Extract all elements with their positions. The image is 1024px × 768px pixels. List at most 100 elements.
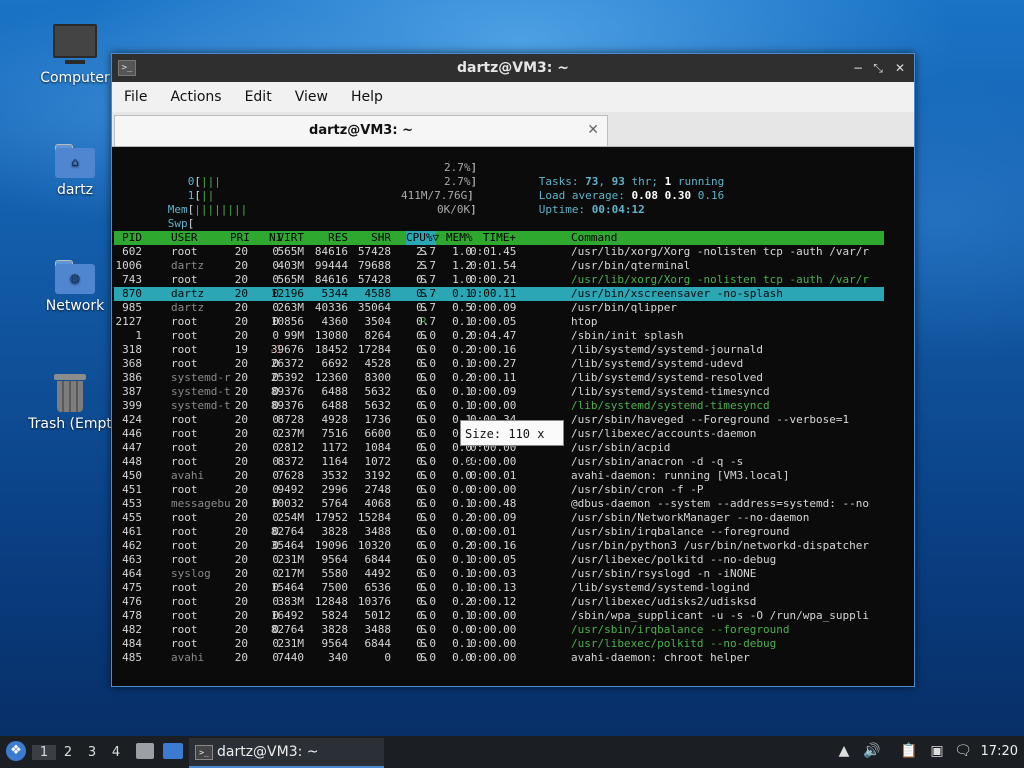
process-row[interactable]: 485 avahi 20 0 7440 340 0 S 0.0 0.0 0:00.00 avahi-d… xyxy=(114,651,884,665)
cell-cmd: /lib/systemd/systemd-timesyncd xyxy=(571,385,770,398)
cell-cmd: /usr/sbin/haveged --Foreground --verbose… xyxy=(571,413,850,426)
cell-shr: 5632 xyxy=(364,385,392,398)
cell-time: 0:00.00 xyxy=(470,609,517,622)
cell-shr: 8300 xyxy=(364,371,392,384)
process-row[interactable]: 985 dartz 20 0 263M 40336 35064 S 0.7 0.5 0:00.09/… xyxy=(114,301,884,315)
column-header-8[interactable]: CPU%▽ xyxy=(406,231,439,245)
process-row[interactable]: 870 dartz 20 0 12196 5344 4588 S 0.7 0.1 0:00.11/u… xyxy=(114,287,884,301)
process-row[interactable]: 475 root 20 0 15464 7500 6536 S 0.0 0.1 0:00.13/li… xyxy=(114,581,884,595)
cell-cmd: /usr/sbin/rsyslogd -n -iNONE xyxy=(571,567,757,580)
updates-tray-icon[interactable]: ▲ xyxy=(835,742,853,760)
cell-cpu: 0.0 xyxy=(416,427,436,440)
process-row[interactable]: 387 systemd-t 20 0 89376 6488 5632 S 0.0 0.1 0:00.… xyxy=(114,385,884,399)
column-header-11[interactable]: Command xyxy=(571,231,617,245)
process-row[interactable]: 318 root 19 -1 39676 18452 17284 S 0.0 0.2 0:00.16… xyxy=(114,343,884,357)
taskbar-window-terminal[interactable]: >_ dartz@VM3: ~ xyxy=(189,738,384,768)
process-row[interactable]: 464 syslog 20 0 217M 5580 4492 S 0.0 0.1 0:00.03/u… xyxy=(114,567,884,581)
process-row[interactable]: 743 root 20 0 565M 84616 57428 S 0.7 1.0 0:00.21/u… xyxy=(114,273,884,287)
column-header-2[interactable]: PRI xyxy=(230,231,250,245)
process-row[interactable]: 368 root 20 0 26372 6692 4528 S 0.0 0.1 0:00.27/li… xyxy=(114,357,884,371)
cell-time: 0:01.54 xyxy=(470,259,517,272)
cell-mem: 0.0 xyxy=(452,483,472,496)
menu-actions[interactable]: Actions xyxy=(162,89,229,105)
process-row[interactable]: 478 root 20 0 16492 5824 5012 S 0.0 0.1 0:00.00/sb… xyxy=(114,609,884,623)
desktop-icon-computer[interactable]: Computer xyxy=(25,24,125,86)
terminal-content[interactable]: 0[||| 2.7%] 1[|| 2.7%] Mem[|||||||| 411M… xyxy=(112,147,914,686)
cell-pid: 478 xyxy=(122,609,142,622)
column-header-10[interactable]: TIME+ xyxy=(470,231,516,245)
cell-pid: 455 xyxy=(122,511,142,524)
clock[interactable]: 17:20 xyxy=(981,744,1018,759)
menu-view[interactable]: View xyxy=(287,89,336,105)
cell-cpu: 0.0 xyxy=(416,497,436,510)
process-row[interactable]: 453 messagebu 20 0 10032 5764 4068 S 0.0 0.1 0:00.… xyxy=(114,497,884,511)
process-row[interactable]: 482 root 20 0 82764 3828 3488 S 0.0 0.0 0:00.00/us… xyxy=(114,623,884,637)
terminal-window: >_ dartz@VM3: ~ − ⤡ ✕ File Actions Edit … xyxy=(111,53,915,687)
desktop-icon-trash[interactable]: Trash (Empt xyxy=(25,374,115,432)
workspace-1[interactable]: 1 xyxy=(32,744,56,760)
process-row[interactable]: 451 root 20 0 9492 2996 2748 S 0.0 0.0 0:00.00/usr… xyxy=(114,483,884,497)
process-row[interactable]: 450 avahi 20 0 7628 3532 3192 S 0.0 0.0 0:00.01 ava… xyxy=(114,469,884,483)
desktop-icon-home[interactable]: ⌂ dartz xyxy=(25,144,125,198)
cell-mem: 0.0 xyxy=(452,651,472,664)
process-row[interactable]: 455 root 20 0 254M 17952 15284 S 0.0 0.2 0:00.09/u… xyxy=(114,511,884,525)
workspace-3[interactable]: 3 xyxy=(80,745,104,760)
process-row[interactable]: 448 root 20 0 8372 1164 1072 S 0.0 0.0 0:00.00/usr… xyxy=(114,455,884,469)
process-row[interactable]: 399 systemd-t 20 0 89376 6488 5632 S 0.0 0.1 0:00.… xyxy=(114,399,884,413)
column-header-4[interactable]: VIRT xyxy=(262,231,305,245)
workspace-2[interactable]: 2 xyxy=(56,745,80,760)
cell-cmd: avahi-daemon: chroot helper xyxy=(571,651,750,664)
mem-meter: Mem[|||||||| xyxy=(167,203,248,216)
column-header-6[interactable]: SHR xyxy=(353,231,391,245)
menu-file[interactable]: File xyxy=(116,89,155,105)
process-row[interactable]: 462 root 20 0 35464 19096 10320 S 0.0 0.2 0:00.16/… xyxy=(114,539,884,553)
cell-virt: 383M xyxy=(277,595,305,608)
clipboard-icon[interactable]: 📋 xyxy=(900,742,918,760)
window-titlebar[interactable]: >_ dartz@VM3: ~ − ⤡ ✕ xyxy=(112,54,914,82)
cell-user: root xyxy=(171,441,198,454)
menu-edit[interactable]: Edit xyxy=(237,89,280,105)
cell-pid: 462 xyxy=(122,539,142,552)
process-row[interactable]: 463 root 20 0 231M 9564 6844 S 0.0 0.1 0:00.05/usr… xyxy=(114,553,884,567)
workspace-4[interactable]: 4 xyxy=(104,745,128,760)
taskbar: ❖ 1 2 3 4 >_ dartz@VM3: ~ ▲ 🔊 📋 ▣ 🗨 17:2… xyxy=(0,736,1024,768)
cell-time: 0:00.00 xyxy=(470,637,517,650)
column-header-1[interactable]: USER xyxy=(171,231,198,245)
cell-virt: 12196 xyxy=(270,287,304,300)
show-desktop-icon[interactable] xyxy=(163,743,183,759)
cell-res: 3828 xyxy=(321,525,349,538)
process-row[interactable]: 386 systemd-r 20 0 25392 12360 8300 S 0.0 0.2 0:00… xyxy=(114,371,884,385)
cell-virt: 231M xyxy=(277,553,305,566)
minimize-button[interactable]: − xyxy=(850,60,866,76)
process-row[interactable]: 461 root 20 0 82764 3828 3488 S 0.0 0.0 0:00.01/us… xyxy=(114,525,884,539)
cell-user: root xyxy=(171,511,198,524)
volume-icon[interactable]: 🔊 xyxy=(863,742,881,760)
file-manager-icon[interactable] xyxy=(136,743,154,759)
tab-close-icon[interactable]: ✕ xyxy=(587,122,599,138)
cell-pid: 476 xyxy=(122,595,142,608)
menu-help[interactable]: Help xyxy=(343,89,391,105)
maximize-button[interactable]: ⤡ xyxy=(870,60,886,76)
process-row[interactable]: 476 root 20 0 383M 12848 10376 S 0.0 0.2 0:00.12/u… xyxy=(114,595,884,609)
column-header-5[interactable]: RES xyxy=(310,231,348,245)
desktop-icon-network[interactable]: ◍ Network xyxy=(25,260,125,314)
cell-res: 1172 xyxy=(321,441,349,454)
cell-pri: 20 xyxy=(234,553,248,566)
column-header-9[interactable]: MEM% xyxy=(446,231,473,245)
process-row[interactable]: 1006 dartz 20 0 403M 99444 79688 S 2.7 1.2 0:01.54… xyxy=(114,259,884,273)
column-header-0[interactable]: PID xyxy=(112,231,142,245)
close-button[interactable]: ✕ xyxy=(892,60,908,76)
cell-pri: 20 xyxy=(234,427,248,440)
tab-terminal[interactable]: dartz@VM3: ~ ✕ xyxy=(114,115,608,146)
network-tray-icon[interactable]: ▣ xyxy=(928,742,946,760)
process-table-header[interactable]: PIDUSERPRINIVIRTRESSHRSCPU%▽MEM%TIME+Com… xyxy=(114,231,884,245)
process-row[interactable]: 602 root 20 0 565M 84616 57428 S 2.7 1.0 0:01.45/u… xyxy=(114,245,884,259)
cell-mem: 0.1 xyxy=(452,287,472,300)
notification-icon[interactable]: 🗨 xyxy=(954,742,972,760)
process-row[interactable]: 1 root 20 0 99M 13080 8264 S 0.0 0.2 0:04.47/sbin/… xyxy=(114,329,884,343)
start-menu-icon[interactable]: ❖ xyxy=(6,741,26,761)
cell-shr: 4068 xyxy=(364,497,392,510)
process-row[interactable]: 2127 root 20 0 10856 4360 3504 R 0.7 0.1 0:00.05 ht… xyxy=(114,315,884,329)
process-row[interactable]: 484 root 20 0 231M 9564 6844 S 0.0 0.1 0:00.00/usr… xyxy=(114,637,884,651)
cell-pri: 20 xyxy=(234,385,248,398)
